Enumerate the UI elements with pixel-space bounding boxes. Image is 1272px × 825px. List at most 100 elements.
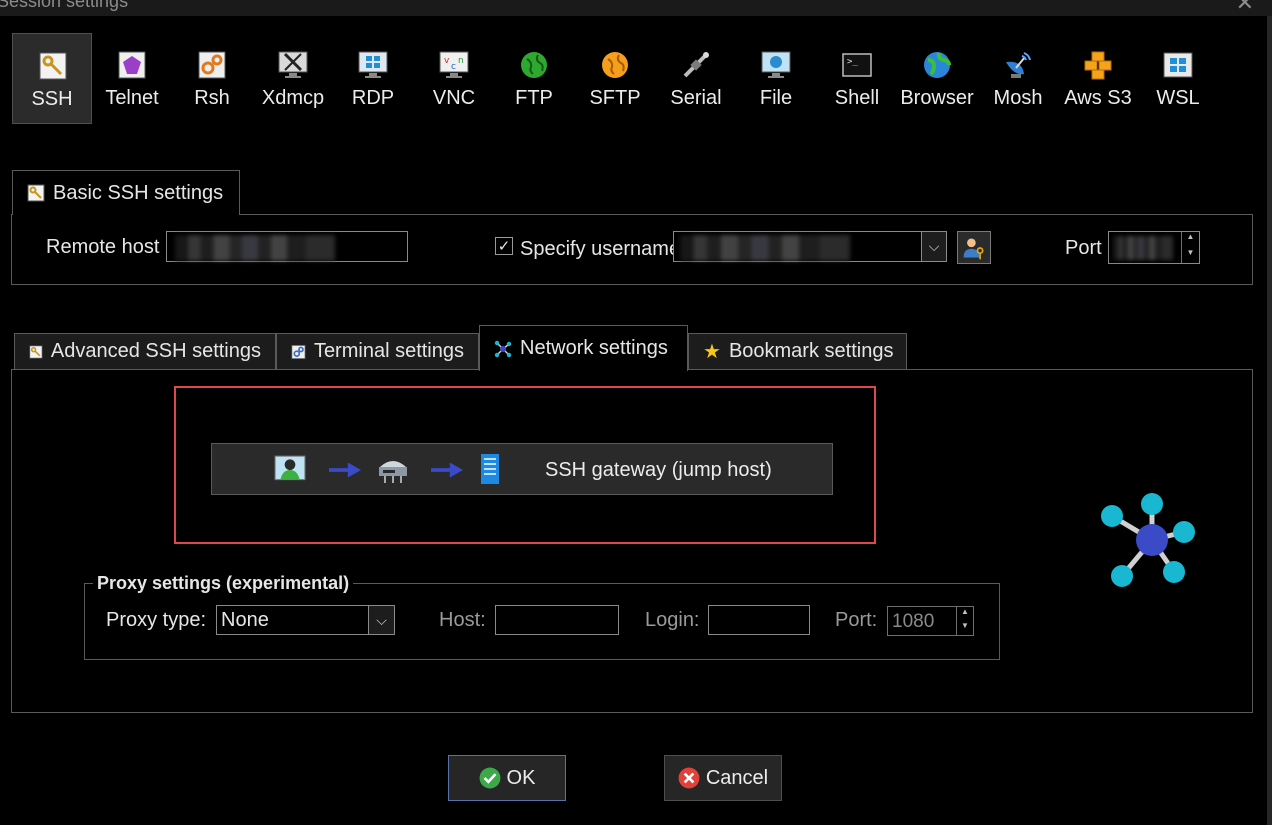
protocol-ftp[interactable]: FTP [494, 33, 574, 124]
protocol-serial[interactable]: Serial [656, 33, 736, 124]
windows-monitor-icon [358, 51, 388, 78]
protocol-file[interactable]: File [736, 33, 816, 124]
protocol-mosh[interactable]: Mosh [978, 33, 1058, 124]
specify-username-label: Specify username [520, 238, 681, 260]
port-spinbox[interactable]: ▲ ▼ [1108, 231, 1200, 264]
protocol-aws-s3[interactable]: Aws S3 [1058, 33, 1138, 124]
proxy-login-input[interactable] [708, 605, 810, 635]
arrow-right-icon [329, 462, 361, 478]
spin-down-icon[interactable]: ▼ [957, 621, 973, 635]
tab-network-settings[interactable]: Network settings [479, 325, 688, 371]
chevron-down-icon: ⌵ [928, 238, 940, 254]
tab-label: Network settings [520, 337, 668, 359]
window-edge [1267, 16, 1272, 825]
proxy-host-label: Host: [439, 609, 486, 631]
ssh-gateway-button[interactable]: SSH gateway (jump host) [211, 443, 833, 495]
file-monitor-icon [761, 51, 791, 78]
username-dropdown-button[interactable]: ⌵ [921, 231, 947, 262]
chevron-down-icon: ⌵ [376, 611, 387, 628]
remote-host-label: Remote host [46, 236, 160, 258]
protocol-browser[interactable]: Browser [897, 33, 977, 124]
tab-label: Advanced SSH settings [50, 340, 261, 362]
tab-label: Bookmark settings [728, 340, 894, 362]
ssh-gateway-label: SSH gateway (jump host) [545, 459, 772, 481]
user-key-icon [963, 238, 984, 260]
cancel-label: Cancel [705, 766, 769, 789]
protocol-label: WSL [1156, 87, 1200, 109]
tab-label: Basic SSH settings [53, 181, 224, 204]
redacted-username [680, 235, 850, 261]
network-hub-icon [1101, 493, 1195, 587]
protocol-rdp[interactable]: RDP [333, 33, 413, 124]
svg-text:>_: >_ [847, 57, 858, 67]
title-bar: Session settings ✕ [0, 0, 1272, 16]
server-icon [481, 454, 499, 484]
spin-up-icon[interactable]: ▲ [957, 607, 973, 621]
username-combobox[interactable] [673, 231, 927, 262]
protocol-shell[interactable]: >_ Shell [817, 33, 897, 124]
proxy-group-label: Proxy settings (experimental) [93, 573, 354, 594]
basic-settings-panel: Basic SSH settings Remote host ✓ Specify… [11, 170, 1253, 285]
green-globe-icon [521, 52, 547, 78]
spin-up-icon[interactable]: ▲ [1182, 232, 1199, 248]
specify-username-checkbox[interactable]: ✓ [495, 237, 513, 255]
redacted-port [1113, 236, 1173, 260]
dish-icon [1006, 52, 1031, 78]
ok-button[interactable]: OK [448, 755, 566, 801]
protocol-rsh[interactable]: Rsh [172, 33, 252, 124]
proxy-type-dropdown-button[interactable]: ⌵ [368, 605, 395, 635]
port-label: Port [1065, 237, 1102, 259]
tab-basic-ssh-settings[interactable]: Basic SSH settings [12, 170, 240, 215]
remote-host-input[interactable] [166, 231, 408, 262]
user-manager-button[interactable] [957, 231, 991, 264]
proxy-type-select[interactable]: None [216, 605, 372, 635]
key-icon [29, 344, 43, 359]
proxy-port-value: 1080 [892, 611, 935, 632]
tab-advanced-ssh-settings[interactable]: Advanced SSH settings [14, 333, 276, 369]
protocol-ssh[interactable]: SSH [12, 33, 92, 124]
proxy-type-label: Proxy type: [106, 609, 207, 631]
gears-icon [198, 51, 226, 79]
ok-label: OK [506, 766, 536, 789]
proxy-port-label: Port: [835, 609, 878, 631]
tab-bookmark-settings[interactable]: ★ Bookmark settings [688, 333, 907, 369]
telnet-icon [118, 51, 146, 79]
wsl-windows-icon [1163, 52, 1193, 78]
redacted-host [175, 235, 335, 261]
proxy-port-spinbox[interactable]: 1080 ▲ ▼ [887, 606, 974, 636]
arrow-right-icon [431, 462, 463, 478]
cancel-circle-icon [678, 767, 700, 789]
globe-icon [924, 52, 951, 78]
key-icon [27, 184, 45, 202]
tab-terminal-settings[interactable]: Terminal settings [276, 333, 479, 369]
spin-down-icon[interactable]: ▼ [1182, 248, 1199, 264]
vnc-monitor-icon: v c n [439, 51, 469, 78]
window-title: Session settings [0, 0, 129, 11]
user-computer-icon [274, 455, 306, 481]
svg-text:v: v [444, 56, 450, 66]
proxy-type-value: None [221, 608, 269, 631]
satellite-icon [683, 52, 709, 78]
proxy-port-spinner[interactable]: ▲ ▼ [956, 607, 973, 635]
check-circle-icon [479, 767, 500, 789]
terminal-icon: >_ [842, 53, 872, 77]
proxy-host-input[interactable] [495, 605, 619, 635]
svg-text:c: c [451, 62, 456, 72]
proxy-login-label: Login: [645, 609, 700, 631]
close-icon[interactable]: ✕ [1236, 0, 1254, 16]
orange-globe-icon [602, 52, 628, 78]
protocol-telnet[interactable]: Telnet [92, 33, 172, 124]
protocol-xdmcp[interactable]: Xdmcp [253, 33, 333, 124]
star-icon: ★ [703, 341, 721, 363]
key-icon [39, 52, 67, 80]
protocol-vnc[interactable]: v c n VNC [414, 33, 494, 124]
network-icon [494, 340, 512, 357]
protocol-wsl[interactable]: WSL [1138, 33, 1218, 124]
cubes-icon [1084, 51, 1112, 80]
svg-text:n: n [458, 56, 464, 66]
protocol-sftp[interactable]: SFTP [575, 33, 655, 124]
port-spinner[interactable]: ▲ ▼ [1181, 232, 1199, 263]
tab-label: Terminal settings [313, 340, 464, 362]
router-icon [379, 461, 407, 483]
cancel-button[interactable]: Cancel [664, 755, 782, 801]
